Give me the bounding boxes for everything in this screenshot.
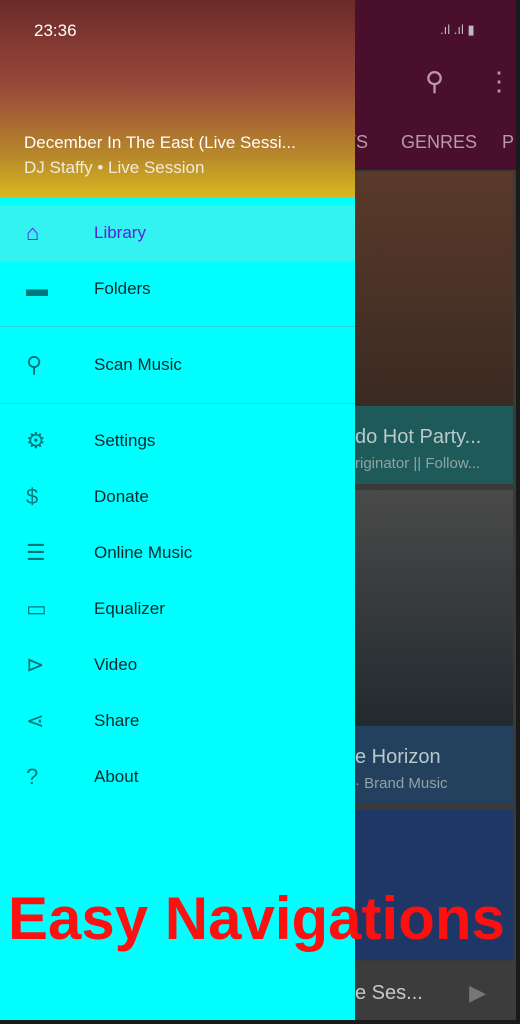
divider [0,403,355,404]
album-card[interactable]: e Horizon · Brand Music [355,490,513,804]
status-time: 23:36 [34,21,77,40]
navigation-drawer: 23:36 December In The East (Live Sessi..… [0,0,355,1020]
album-caption: do Hot Party... riginator || Follow... [355,406,513,484]
gear-icon: ⚙ [26,428,46,453]
dollar-icon: $ [26,484,39,509]
help-icon: ? [26,764,39,789]
search-icon[interactable]: ⚲ [425,66,444,97]
drawer-item-equalizer[interactable]: ▭ Equalizer [0,581,355,637]
drawer-item-library[interactable]: ⌂ Library [0,205,355,261]
online-music-icon: ☰ [26,540,46,565]
drawer-item-online-music[interactable]: ☰ Online Music [0,525,355,581]
signal-indicators: .ıl .ıl ▮ [440,22,475,37]
album-caption: e Horizon · Brand Music [355,726,513,804]
promo-caption: Easy Navigations [8,885,505,952]
drawer-item-about[interactable]: ? About [0,749,355,805]
drawer-item-donate[interactable]: $ Donate [0,469,355,525]
album-card[interactable]: do Hot Party... riginator || Follow... [355,172,513,484]
video-icon: ⊳ [26,652,45,677]
search-icon: ⚲ [26,352,43,377]
drawer-item-settings[interactable]: ⚙ Settings [0,413,355,469]
share-icon: ⋖ [26,708,45,733]
more-icon[interactable]: ⋮ [486,66,512,97]
tab-genres[interactable]: GENRES [401,132,477,153]
mini-player[interactable]: e Ses... ▶ [355,962,516,1020]
folder-icon: ▬ [26,276,48,301]
drawer-header[interactable]: 23:36 December In The East (Live Sessi..… [0,0,355,197]
album-art [355,490,513,726]
drawer-item-scan-music[interactable]: ⚲ Scan Music [0,337,355,393]
drawer-item-share[interactable]: ⋖ Share [0,693,355,749]
equalizer-icon: ▭ [26,596,47,621]
home-icon: ⌂ [26,220,40,245]
tab[interactable]: P [502,132,514,153]
now-playing-subtitle: DJ Staffy • Live Session [24,158,205,177]
now-playing-title: December In The East (Live Sessi... [24,133,296,152]
drawer-item-video[interactable]: ⊳ Video [0,637,355,693]
divider [0,326,355,327]
album-art [355,172,513,406]
play-icon[interactable]: ▶ [469,980,486,1006]
drawer-item-folders[interactable]: ▬ Folders [0,261,355,317]
